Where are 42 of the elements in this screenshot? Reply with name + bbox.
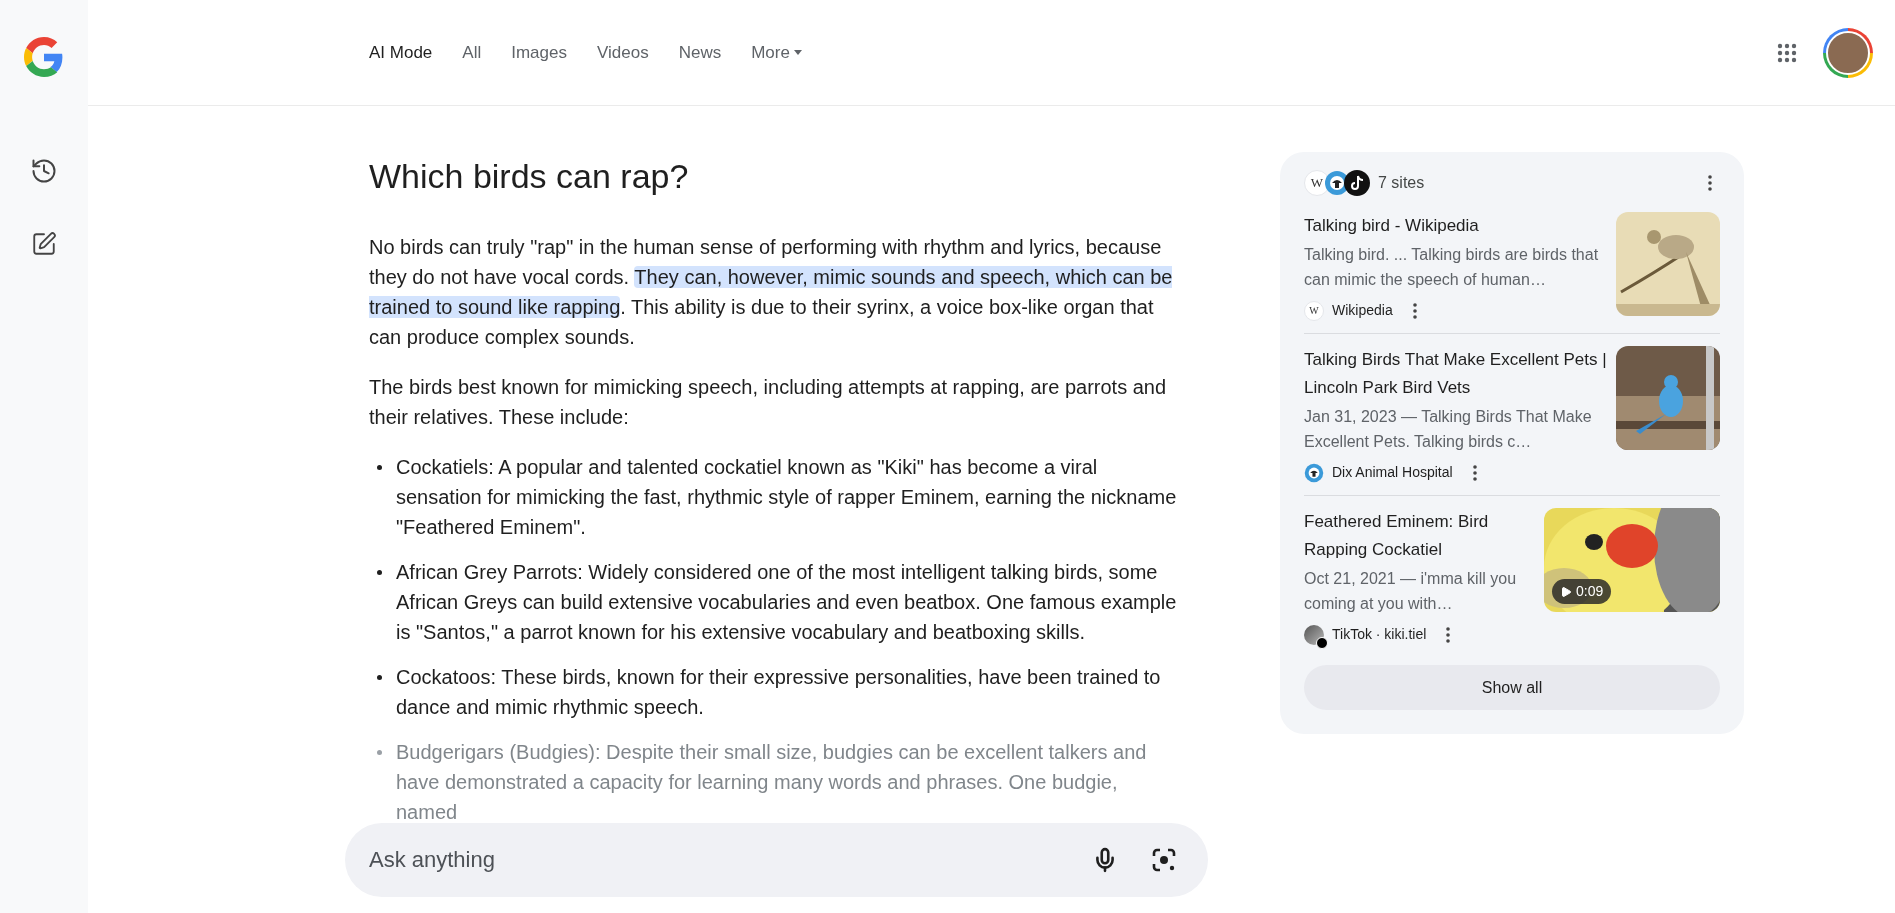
nav-tab[interactable]: All	[462, 39, 482, 66]
nav-tab[interactable]: AI Mode	[369, 39, 433, 66]
answer-paragraph: The birds best known for mimicking speech, including attempts at rapping, are parrots and their relatives. These include:	[369, 375, 1168, 430]
bullet-text: Cockatoos: These birds, known for their expressive personalities, have been trained to dance and mimic rhythmic speech.	[396, 665, 1162, 720]
site-bird-icon	[1304, 462, 1324, 483]
source-snippet: Talking bird. ... Talking birds are birds that can mimic the speech of human…	[1304, 245, 1600, 290]
edit-icon[interactable]	[31, 231, 57, 257]
show-all-button[interactable]: Show all	[1304, 665, 1720, 710]
source-site: Dix Animal Hospital	[1332, 463, 1453, 482]
duration-badge: 0:09	[1552, 579, 1612, 604]
more-options-icon[interactable]	[1446, 626, 1451, 643]
more-options-icon[interactable]	[1708, 175, 1712, 191]
source-site: Wikipedia	[1332, 301, 1393, 320]
more-options-icon[interactable]	[1412, 302, 1417, 319]
source-snippet: Oct 21, 2021 — i'mma kill you coming at you with…	[1304, 569, 1518, 614]
nav-tab[interactable]: News	[678, 39, 722, 66]
nav-tab[interactable]: More	[751, 39, 802, 66]
site-letter-icon: W	[1304, 170, 1330, 196]
play-icon	[1560, 585, 1572, 598]
ask-field[interactable]: Ask anything	[345, 823, 1208, 897]
sites-count[interactable]: 7 sites	[1378, 171, 1425, 195]
bullet-text: Budgerigars (Budgies): Despite their small size, budgies can be excellent talkers and have demonstrated a capacity for learning many words and phrases. One budgie, named	[396, 740, 1148, 825]
source-site: TikTok · kiki.tiel	[1332, 625, 1427, 644]
source-snippet: Jan 31, 2023 — Talking Birds That Make Excellent Pets. Talking birds c…	[1304, 407, 1593, 452]
account-avatar[interactable]	[1823, 27, 1873, 78]
camera-search-icon[interactable]	[1150, 846, 1178, 874]
source-title[interactable]: Talking bird - Wikipedia	[1304, 212, 1608, 240]
bullet-text: African Grey Parrots: Widely considered one of the most intelligent talking birds, some African Greys can build extensive vocabularies and even beatbox. One famous example is "Santos," a parrot known for his extensive vocabulary and beatboxing skills.	[396, 560, 1178, 645]
site-letter-icon: W	[1304, 300, 1324, 321]
apps-icon[interactable]	[1777, 42, 1797, 63]
caret-icon	[793, 50, 802, 55]
site-note-icon	[1344, 170, 1370, 196]
nav-tab[interactable]: Videos	[596, 39, 649, 66]
bullet-text: Cockatiels: A popular and talented cockatiel known as "Kiki" has become a viral sensation for mimicking the fast, rhythmic style of rapper Eminem, earning the nickname "Feathered Eminem".	[396, 455, 1178, 540]
history-icon[interactable]	[30, 157, 58, 185]
more-options-icon[interactable]	[1472, 464, 1477, 481]
source-title[interactable]: Feathered Eminem: Bird Rapping Cockatiel	[1304, 508, 1536, 564]
question-heading: Which birds can rap?	[369, 156, 690, 197]
answer-paragraph: No birds can truly "rap" in the human sense of performing with rhythm and lyrics, because they do not have vocal cords. They can, however, mimic sounds and speech, which can be trained to sound like rapping. This ability is due to their syrinx, a voice box-like organ that can produce complex sounds.	[369, 235, 1174, 350]
google-logo[interactable]	[24, 37, 64, 77]
source-title[interactable]: Talking Birds That Make Excellent Pets | Lincoln Park Bird Vets	[1304, 346, 1608, 402]
nav-tab[interactable]: Images	[511, 39, 567, 66]
